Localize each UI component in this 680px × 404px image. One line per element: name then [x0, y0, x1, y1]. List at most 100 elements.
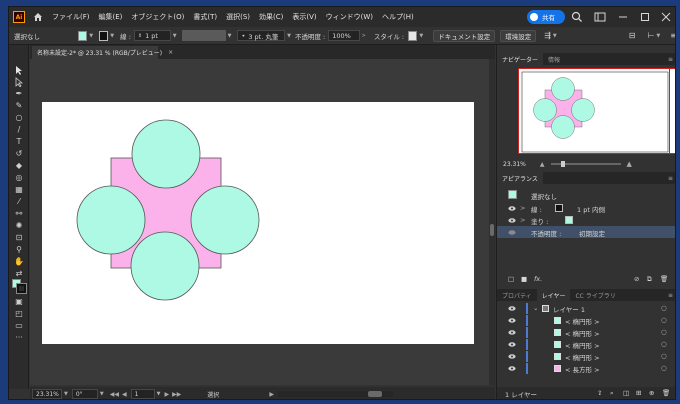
chevron-down-icon[interactable]: ▼ — [157, 391, 161, 397]
status-menu-icon[interactable]: ▶ — [269, 391, 274, 398]
document-setup-button[interactable]: ドキュメント設定 — [433, 29, 496, 42]
menu-type[interactable]: 書式(T) — [193, 12, 217, 22]
horizontal-scrollbar[interactable] — [277, 391, 393, 397]
eye-icon[interactable] — [508, 318, 516, 323]
layer-name[interactable]: レイヤー 1 — [553, 304, 585, 314]
chevron-down-icon[interactable]: ▼ — [287, 33, 291, 39]
eye-icon[interactable] — [508, 306, 516, 311]
eye-icon[interactable] — [508, 342, 516, 347]
first-artboard-icon[interactable]: ◀◀ — [110, 391, 119, 398]
navigator-zoom-slider-thumb[interactable] — [560, 161, 565, 167]
target-icon[interactable]: ○ — [661, 340, 667, 348]
arrange-icon[interactable]: ⇶ — [544, 31, 551, 40]
screen-mode-icon[interactable]: ▭ — [14, 321, 24, 331]
rotate-view-field[interactable]: 0° — [71, 389, 98, 399]
trash-icon[interactable]: 🗑 — [660, 275, 668, 283]
stroke-swatch[interactable] — [99, 30, 109, 41]
add-effect-icon[interactable]: fx. — [534, 275, 542, 283]
chevron-down-icon[interactable]: ▼ — [228, 33, 232, 39]
paintbrush-tool-icon[interactable]: / — [14, 125, 24, 135]
target-icon[interactable]: ○ — [661, 352, 667, 360]
layer-item-row[interactable]: < 楕円形 > ○ — [497, 351, 675, 362]
last-artboard-icon[interactable]: ▶▶ — [172, 391, 181, 398]
zoom-out-icon[interactable]: ▲ — [540, 161, 545, 168]
home-icon[interactable] — [33, 12, 43, 22]
chevron-down-icon[interactable]: ▼ — [64, 391, 68, 397]
ellipse-right[interactable] — [190, 185, 260, 255]
previous-artboard-icon[interactable]: ◀ — [122, 391, 127, 398]
preferences-button[interactable]: 環境設定 — [500, 29, 537, 42]
stepper-icon[interactable]: ⇕ — [138, 33, 142, 39]
ellipse-left[interactable] — [76, 185, 146, 255]
stroke-color-box[interactable] — [16, 283, 27, 294]
selection-tool-icon[interactable] — [14, 65, 24, 75]
panel-menu-icon[interactable]: ≡ — [668, 56, 673, 63]
eyedropper-tool-icon[interactable]: ⁄ — [14, 197, 24, 207]
zoom-field[interactable]: 23.31% — [32, 389, 62, 399]
type-tool-icon[interactable]: T — [14, 137, 24, 147]
layer-item-label[interactable]: < 楕円形 > — [565, 340, 600, 350]
layer-item-label[interactable]: < 長方形 > — [565, 364, 600, 374]
document-tab[interactable]: 名称未設定-2* @ 23.31 % (RGB/プレビュー) × — [32, 46, 173, 59]
target-icon[interactable]: ○ — [661, 328, 667, 336]
artboard[interactable] — [42, 102, 474, 344]
ellipse-tool-icon[interactable]: ○ — [14, 113, 24, 123]
eye-icon[interactable] — [508, 230, 516, 235]
layer-item-row[interactable]: < 楕円形 > ○ — [497, 315, 675, 326]
shape-builder-tool-icon[interactable]: ◎ — [14, 173, 24, 183]
target-icon[interactable]: ○ — [661, 316, 667, 324]
chevron-down-icon[interactable]: ▼ — [553, 33, 557, 39]
graphic-style-swatch[interactable] — [408, 30, 418, 41]
layer-item-label[interactable]: < 楕円形 > — [565, 352, 600, 362]
symbol-sprayer-tool-icon[interactable]: ✺ — [14, 221, 24, 231]
menu-window[interactable]: ウィンドウ(W) — [326, 12, 373, 22]
tab-cc-libraries[interactable]: CC ライブラリ — [570, 289, 620, 301]
tab-properties[interactable]: プロパティ — [497, 289, 537, 301]
duplicate-item-icon[interactable]: ⧉ — [647, 275, 652, 284]
share-button[interactable]: 共有 — [527, 10, 565, 24]
ellipse-top[interactable] — [131, 119, 201, 189]
clear-appearance-icon[interactable]: ⊘ — [634, 275, 639, 283]
layer-item-row[interactable]: < 楕円形 > ○ — [497, 339, 675, 350]
eye-icon[interactable] — [508, 218, 516, 223]
zoom-tool-icon[interactable]: ⚲ — [14, 245, 24, 255]
eraser-tool-icon[interactable]: ◆ — [14, 161, 24, 171]
target-icon[interactable]: ○ — [661, 364, 667, 372]
layer-row[interactable]: ⌄ レイヤー 1 ○ — [497, 303, 675, 314]
eye-icon[interactable] — [508, 366, 516, 371]
new-sublayer-icon[interactable]: ⊞ — [636, 389, 641, 397]
ellipse-bottom[interactable] — [130, 231, 200, 301]
menu-help[interactable]: ヘルプ(H) — [382, 12, 414, 22]
canvas[interactable] — [30, 59, 495, 385]
chevron-down-icon[interactable]: ⌄ — [533, 304, 538, 312]
blend-tool-icon[interactable]: ⚯ — [14, 209, 24, 219]
trash-icon[interactable]: 🗑 — [662, 389, 670, 397]
hand-tool-icon[interactable]: ✋ — [14, 257, 24, 267]
vertical-scrollbar-thumb[interactable] — [490, 224, 494, 236]
variable-width-profile[interactable] — [181, 30, 226, 41]
swap-colors-icon[interactable]: ⇄ — [14, 269, 24, 279]
appearance-stroke-row[interactable]: > 線 : 1 pt 内側 — [497, 202, 675, 214]
pen-tool-icon[interactable]: ✒ — [14, 89, 24, 99]
menu-file[interactable]: ファイル(F) — [52, 12, 90, 22]
direct-selection-tool-icon[interactable] — [14, 77, 24, 87]
add-stroke-icon[interactable]: □ — [508, 275, 514, 283]
layer-item-label[interactable]: < 楕円形 > — [565, 316, 600, 326]
curvature-tool-icon[interactable]: ✎ — [14, 101, 24, 111]
brush-select[interactable]: • 3 pt. 丸筆 — [237, 30, 286, 41]
eye-icon[interactable] — [508, 330, 516, 335]
locate-object-icon[interactable]: ⌕ — [610, 389, 614, 398]
navigator-preview[interactable] — [518, 68, 675, 154]
menu-effect[interactable]: 効果(C) — [259, 12, 283, 22]
opacity-field[interactable]: 100% — [328, 30, 360, 41]
gradient-tool-icon[interactable]: ▦ — [14, 185, 24, 195]
tab-info[interactable]: 情報 — [543, 53, 565, 65]
menu-select[interactable]: 選択(S) — [226, 12, 250, 22]
navigator-zoom-value[interactable]: 23.31% — [503, 161, 526, 168]
minimize-icon[interactable] — [617, 11, 629, 23]
fill-swatch[interactable] — [78, 30, 88, 41]
chevron-down-icon[interactable]: ▼ — [110, 33, 114, 39]
chevron-down-icon[interactable]: ▼ — [89, 33, 93, 39]
layer-item-label[interactable]: < 楕円形 > — [565, 328, 600, 338]
zoom-in-icon[interactable]: ▲ — [627, 160, 632, 168]
